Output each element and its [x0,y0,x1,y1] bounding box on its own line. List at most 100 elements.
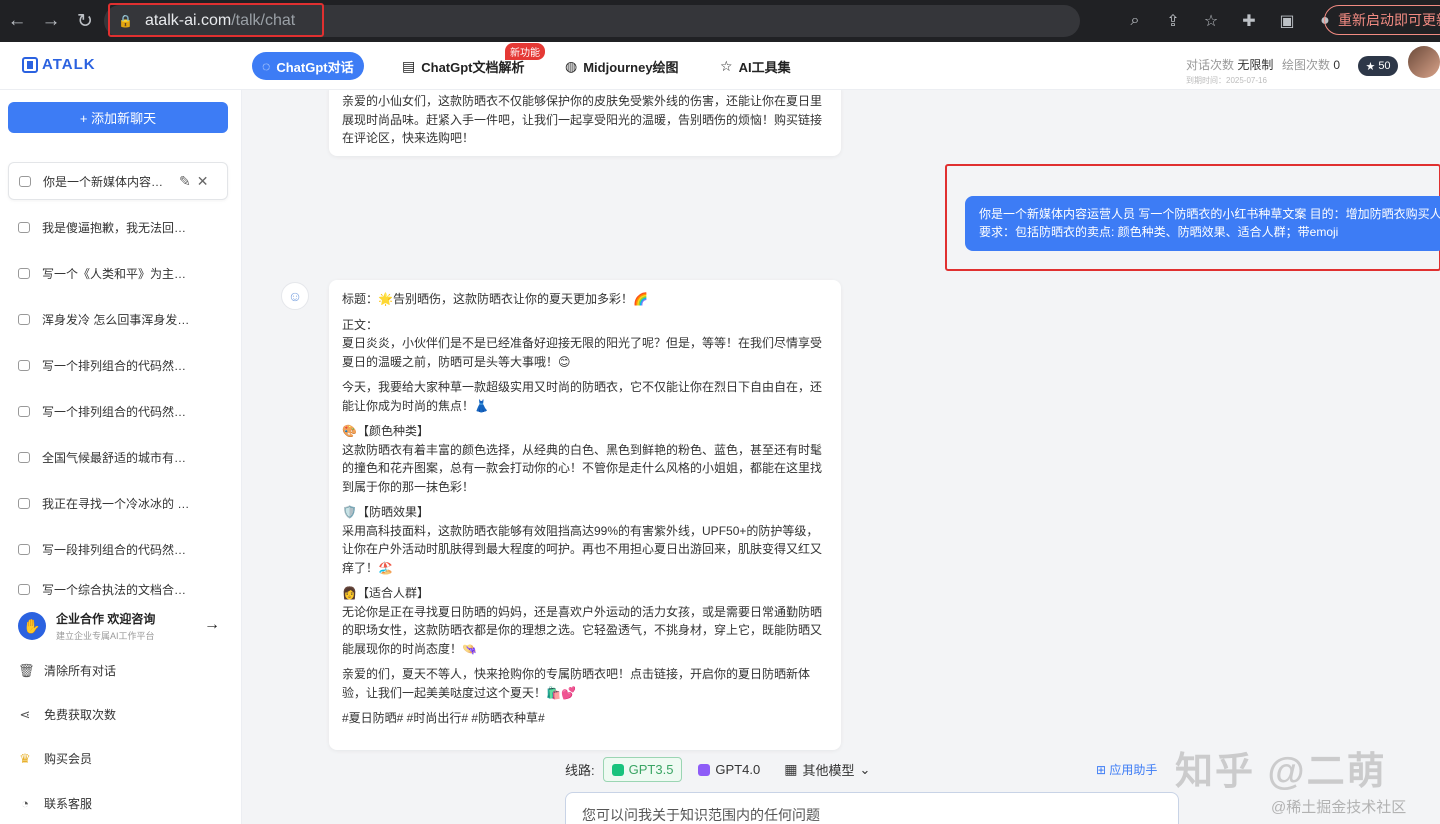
points-value: 50 [1378,60,1391,72]
chat-bubble-icon: ◌ [262,58,271,74]
logo-text: ATALK [42,56,96,73]
chevron-down-icon: ⌄ [859,761,871,777]
chat-item[interactable]: 写一个排列组合的代码然可以！以下是代码 [8,346,228,384]
chat-item[interactable]: 写一个《人类和平》为主题的论文大纲 [8,254,228,292]
chat-item[interactable]: 全国气候最舒适的城市有哪些国内的城市 [8,438,228,476]
model-gpt4-button[interactable]: GPT4.0 [690,758,768,781]
star-icon: ☆ [720,57,733,74]
quota-value: 无限制 [1237,58,1274,72]
user-message-line: 你是一个新媒体内容运营人员 写一个防晒衣的小红书种草文案 目的：增加防晒衣购买人… [979,207,1440,221]
tab-label: Midjourney绘图 [583,59,679,75]
enterprise-banner[interactable]: ✋ 企业合作 欢迎咨询建立企业专属AI工作平台 → [8,606,228,646]
model-label: GPT4.0 [715,762,761,777]
chat-icon [18,583,30,595]
model-label: 其他模型 [802,763,855,778]
app-helper-link[interactable]: ⊞ 应用助手 [1096,761,1157,778]
reply-paragraph: #夏日防晒# #时尚出行# #防晒衣种草# [342,711,545,725]
enterprise-title: 企业合作 欢迎咨询 [56,612,156,626]
reply-paragraph: 今天，我要给大家种草一款超级实用又时尚的防晒衣，它不仅能让你在烈日下自由自在，还… [342,380,823,413]
url-path: /talk/chat [231,12,296,29]
chat-title: 写一个排列组合的代码然可以！以下是代码 [42,404,192,419]
chat-title: 浑身发冷 怎么回事浑身发冷可能是什么原因 [42,312,192,327]
sidebar: + 添加新聊天 你是一个新媒体内容运营人员 写一个防晒衣的小红书种草文案 ✎ ✕ 我… [0,90,242,824]
tab-ai-tools[interactable]: ☆ AI工具集 [710,52,801,80]
draw-quota: 绘图次数 0 [1282,56,1340,73]
forward-icon[interactable]: → [34,4,68,38]
zoom-icon[interactable]: ⌕ [1118,4,1152,38]
route-label: 线路: [565,763,595,778]
chat-icon [18,405,30,417]
add-chat-button[interactable]: + 添加新聊天 [8,102,228,133]
reply-paragraph: 👩【适合人群】 无论你是正在寻找夏日防晒的妈妈，还是喜欢户外运动的活力女孩，或是… [342,586,823,656]
chat-title: 写一段排列组合的代码然可以！以下是代码 [42,542,192,557]
zhihu-watermark: 知乎 @二萌 [1175,751,1387,793]
pdf-icon: ▤ [402,57,416,74]
other-models-dropdown[interactable]: ▦ 其他模型 ⌄ [776,756,878,783]
enterprise-subtitle: 建立企业专属AI工作平台 [56,631,155,641]
reply-paragraph: 标题：🌟告别晒伤，这款防晒衣让你的夏天更加多彩！🌈 [342,292,648,306]
model-label: GPT3.5 [628,762,674,777]
user-message-line: 要求：包括防晒衣的卖点: 颜色种类、防晒效果、适合人群；带emoji [979,225,1339,239]
chat-title: 你是一个新媒体内容运营人员 写一个防晒衣的小红书种草文案 [43,174,173,189]
chat-item[interactable]: 我是傻逼抱歉，我无法回应这种言论 [8,208,228,246]
points-badge[interactable]: ★ 50 [1358,56,1398,76]
chat-title: 全国气候最舒适的城市有哪些国内的城市 [42,450,192,465]
browser-toolbar: ← → ↻ 🔒 atalk-ai.com/talk/chat ⌕ ⇪ ☆ ✚ ▣… [0,0,1440,42]
reply-paragraph: 🎨【颜色种类】 这款防晒衣有着丰富的颜色选择，从经典的白色、黑色到鲜艳的粉色、蓝… [342,424,823,494]
buy-vip-link[interactable]: ♛ 购买会员 [18,750,92,767]
logo[interactable]: ATALK [22,56,96,73]
chat-icon [18,451,30,463]
share-icon[interactable]: ⇪ [1156,4,1190,38]
address-bar[interactable]: 🔒 atalk-ai.com/talk/chat [104,5,1080,37]
trash-icon: 🗑 [18,662,35,678]
share-icon: ⋖ [19,706,31,722]
grid-icon: ⊞ [1096,763,1110,777]
chat-title: 写一个排列组合的代码然可以！以下是代码 [42,358,192,373]
close-icon[interactable]: ✕ [197,173,209,190]
user-message: 你是一个新媒体内容运营人员 写一个防晒衣的小红书种草文案 目的：增加防晒衣购买人… [965,196,1440,251]
model-gpt35-button[interactable]: GPT3.5 [602,757,683,782]
url-host: atalk-ai.com [144,12,232,29]
avatar[interactable] [1408,46,1440,78]
chat-item[interactable]: 你是一个新媒体内容运营人员 写一个防晒衣的小红书种草文案 ✎ ✕ [8,162,228,200]
link-label: 清除所有对话 [44,664,117,678]
expire-date: 到期时间：2025-07-16 [1186,76,1267,85]
edit-icon[interactable]: ✎ [179,173,191,190]
chat-item[interactable]: 写一个排列组合的代码然可以！以下是代码 [8,392,228,430]
tab-label: AI工具集 [738,59,791,75]
draw-label: 绘图次数 [1282,58,1331,72]
assistant-message: 标题：🌟告别晒伤，这款防晒衣让你的夏天更加多彩！🌈 正文： 夏日炎炎，小伙伴们是… [329,280,841,750]
chat-item[interactable]: 写一个综合执法的文档合执法是什么 [8,576,228,602]
reload-icon[interactable]: ↻ [68,4,102,38]
openai-icon [611,763,624,776]
chat-title: 写一个《人类和平》为主题的论文大纲 [42,266,192,281]
chat-icon [19,175,31,187]
tab-midjourney[interactable]: ◍ Midjourney绘图 [555,52,689,80]
handshake-icon: ✋ [18,612,46,640]
free-credits-link[interactable]: ⋖ 免费获取次数 [18,706,116,723]
chat-icon [18,267,30,279]
bookmark-star-icon[interactable]: ☆ [1194,4,1228,38]
arrow-right-icon: → [204,616,220,633]
clear-chats-link[interactable]: 🗑 清除所有对话 [18,662,116,679]
openai-icon [698,763,711,776]
link-label: 联系客服 [44,797,93,811]
chat-icon [18,221,30,233]
crown-icon: ♛ [19,750,31,766]
app-helper-label: 应用助手 [1109,763,1158,777]
logo-icon [22,56,38,73]
assistant-message: 亲爱的小仙女们，这款防晒衣不仅能够保护你的皮肤免受紫外线的伤害，还能让你在夏日里… [329,90,841,156]
tab-chatgpt[interactable]: ◌ ChatGpt对话 [252,52,364,80]
quota-label: 对话次数 [1186,58,1235,72]
contact-support-link[interactable]: ◔ 联系客服 [18,795,92,812]
chat-item[interactable]: 浑身发冷 怎么回事浑身发冷可能是什么原因 [8,300,228,338]
back-icon[interactable]: ← [0,4,34,38]
chat-item[interactable]: 写一段排列组合的代码然可以！以下是代码 [8,530,228,568]
chat-item[interactable]: 我正在寻找一个冷冰冰的 DM 想法 [8,484,228,522]
extensions-icon[interactable]: ✚ [1232,4,1266,38]
sidepanel-icon[interactable]: ▣ [1270,4,1304,38]
chat-input[interactable]: 您可以问我关于知识范围内的任何问题 [565,792,1179,824]
chat-icon [18,359,30,371]
new-feature-badge: 新功能 [505,43,545,60]
update-button[interactable]: 重新启动即可更新 [1324,5,1440,35]
